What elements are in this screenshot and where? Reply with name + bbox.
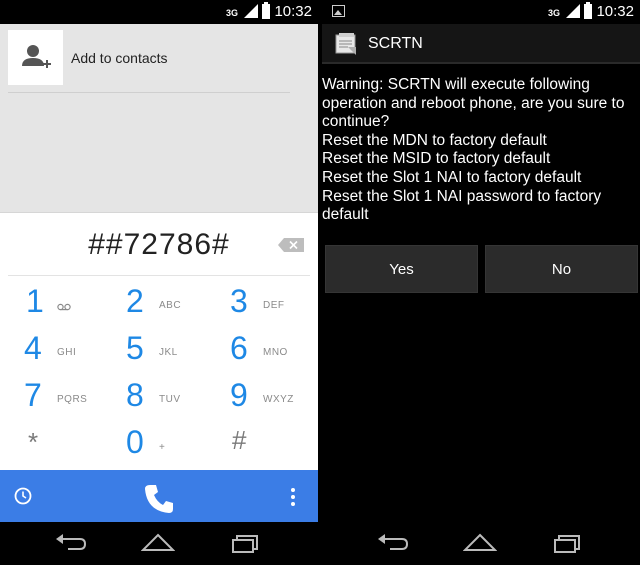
add-to-contacts-row[interactable]: Add to contacts bbox=[8, 30, 291, 86]
dialpad-key-3[interactable]: 3 DEF bbox=[230, 283, 310, 327]
key-letters: MNO bbox=[263, 347, 288, 358]
message-line: Reset the Slot 1 NAI password to factory bbox=[322, 187, 602, 205]
dialpad: ##72786# 1 2 ABC 3 DEF 4 GHI 5 JKL 6 MNO… bbox=[0, 212, 318, 470]
status-time: 10:32 bbox=[274, 3, 312, 20]
dialog-message: Warning: SCRTN will execute following op… bbox=[322, 76, 640, 225]
divider bbox=[8, 275, 310, 276]
message-line: Reset the MDN to factory default bbox=[322, 131, 547, 149]
back-icon[interactable] bbox=[376, 533, 410, 553]
dialpad-key-5[interactable]: 5 JKL bbox=[126, 330, 206, 374]
dialer-screen: 3G 10:32 Add to contacts ##72786# 1 2 AB… bbox=[0, 0, 318, 565]
dialpad-key-star[interactable]: * bbox=[28, 427, 68, 471]
key-letters: GHI bbox=[57, 347, 77, 358]
recents-icon[interactable] bbox=[550, 533, 584, 553]
call-icon[interactable] bbox=[141, 481, 177, 517]
dialpad-key-4[interactable]: 4 GHI bbox=[24, 330, 104, 374]
dialed-digits[interactable]: ##72786# bbox=[0, 228, 318, 262]
signal-icon bbox=[244, 4, 258, 18]
message-line: Reset the MSID to factory default bbox=[322, 150, 551, 168]
home-icon[interactable] bbox=[141, 533, 175, 553]
key-digit: 4 bbox=[24, 330, 42, 366]
network-type: 3G bbox=[548, 8, 561, 18]
dialpad-key-8[interactable]: 8 TUV bbox=[126, 377, 206, 421]
key-letters: PQRS bbox=[57, 394, 88, 405]
dialer-action-bar bbox=[0, 470, 318, 522]
key-digit: 7 bbox=[24, 377, 42, 413]
message-line: continue? bbox=[322, 113, 390, 131]
key-digit: 3 bbox=[230, 283, 248, 319]
key-digit: 1 bbox=[26, 283, 44, 319]
message-line: default bbox=[322, 206, 369, 224]
signal-icon bbox=[566, 4, 580, 18]
recents-icon[interactable] bbox=[228, 533, 262, 553]
key-letters: JKL bbox=[159, 347, 178, 358]
message-line: Reset the Slot 1 NAI to factory default bbox=[322, 168, 582, 186]
battery-icon bbox=[584, 2, 592, 19]
battery-icon bbox=[262, 2, 270, 19]
dialog-title: SCRTN bbox=[368, 35, 423, 52]
navigation-bar bbox=[0, 522, 318, 565]
key-digit: 6 bbox=[230, 330, 248, 366]
overflow-menu-icon[interactable] bbox=[290, 487, 296, 507]
dialog-title-bar: SCRTN bbox=[322, 24, 640, 64]
key-letters: DEF bbox=[263, 300, 285, 311]
dialpad-key-7[interactable]: 7 PQRS bbox=[24, 377, 104, 421]
avatar bbox=[8, 30, 63, 85]
dialpad-key-0[interactable]: 0 + bbox=[126, 424, 206, 468]
key-digit: 0 bbox=[126, 424, 144, 460]
dialpad-key-6[interactable]: 6 MNO bbox=[230, 330, 310, 374]
dialpad-key-9[interactable]: 9 WXYZ bbox=[230, 377, 310, 421]
home-icon[interactable] bbox=[463, 533, 497, 553]
dialpad-key-2[interactable]: 2 ABC bbox=[126, 283, 206, 327]
dialpad-key-1[interactable]: 1 bbox=[26, 283, 96, 327]
key-digit: * bbox=[28, 427, 39, 457]
back-icon[interactable] bbox=[54, 533, 88, 553]
status-bar: 3G 10:32 bbox=[0, 0, 318, 24]
key-letters: WXYZ bbox=[263, 394, 294, 405]
status-bar: 3G 10:32 bbox=[322, 0, 640, 24]
add-to-contacts-label: Add to contacts bbox=[71, 50, 168, 66]
status-time: 10:32 bbox=[596, 3, 634, 20]
key-digit: 9 bbox=[230, 377, 248, 413]
history-icon[interactable] bbox=[14, 487, 32, 505]
key-letters: ABC bbox=[159, 300, 182, 311]
dialpad-key-hash[interactable]: # bbox=[232, 425, 272, 469]
app-icon bbox=[335, 33, 356, 55]
scrtn-dialog-screen: 3G 10:32 SCRTN Warning: SCRTN will execu… bbox=[322, 0, 640, 565]
key-letters: TUV bbox=[159, 394, 181, 405]
gallery-notification-icon bbox=[332, 5, 345, 17]
yes-button[interactable]: Yes bbox=[325, 245, 478, 293]
key-digit: # bbox=[232, 425, 247, 455]
voicemail-icon bbox=[57, 303, 71, 311]
no-button[interactable]: No bbox=[485, 245, 638, 293]
key-digit: 5 bbox=[126, 330, 144, 366]
key-digit: 2 bbox=[126, 283, 144, 319]
navigation-bar bbox=[322, 522, 640, 565]
message-line: Warning: SCRTN will execute following bbox=[322, 76, 590, 93]
backspace-icon[interactable] bbox=[278, 238, 304, 252]
message-line: operation and reboot phone, are you sure… bbox=[322, 94, 625, 112]
network-type: 3G bbox=[226, 8, 239, 18]
divider bbox=[8, 92, 290, 93]
key-digit: 8 bbox=[126, 377, 144, 413]
add-contact-icon bbox=[22, 45, 51, 68]
key-letters: + bbox=[159, 442, 166, 453]
